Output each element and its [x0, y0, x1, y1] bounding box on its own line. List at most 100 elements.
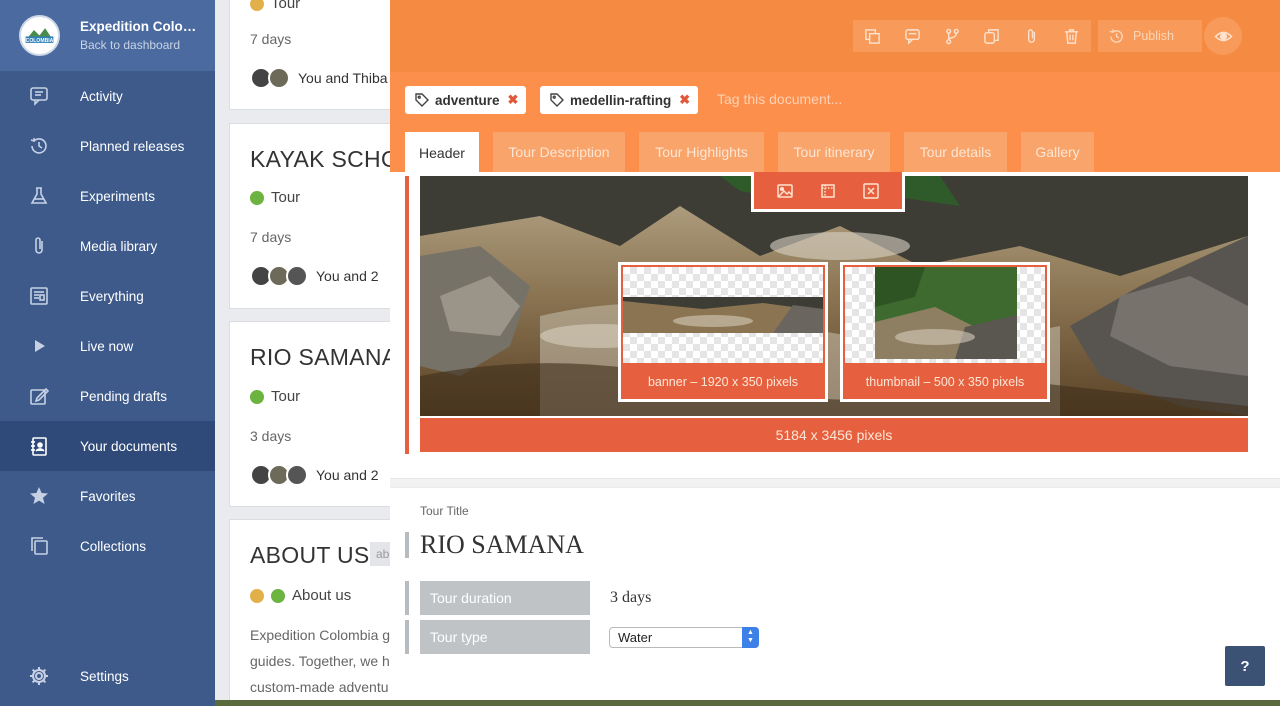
- avatar: [268, 67, 290, 89]
- document-list: Tour 7 days You and Thiba KAYAK SCHO Tou…: [215, 0, 390, 706]
- sidebar-item-media-library[interactable]: Media library: [0, 221, 215, 271]
- tag-chip[interactable]: adventure ✖: [405, 86, 527, 114]
- tour-title-value[interactable]: RIO SAMANA: [420, 532, 584, 558]
- thumbnail-crop-view[interactable]: thumbnail – 500 x 350 pixels: [840, 262, 1050, 402]
- type-badge: ab: [370, 542, 390, 566]
- avatar: [286, 265, 308, 287]
- banner-preview: [623, 267, 823, 363]
- status-dot: [250, 389, 264, 404]
- chat-icon: [30, 87, 48, 106]
- editor-body: banner – 1920 x 350 pixels thumbnail – 5…: [390, 172, 1280, 706]
- crop-icon[interactable]: [819, 182, 837, 200]
- remove-icon[interactable]: [862, 182, 880, 200]
- eye-icon: [1213, 31, 1233, 41]
- document-user-icon: [31, 437, 47, 456]
- sidebar-item-experiments[interactable]: Experiments: [0, 171, 215, 221]
- tour-duration-value[interactable]: 3 days: [610, 589, 651, 607]
- editor-toolbar: Publish: [390, 0, 1280, 72]
- duration-text: 3 days: [250, 428, 292, 444]
- tab-header[interactable]: Header: [405, 132, 479, 173]
- tab-tour-description[interactable]: Tour Description: [493, 132, 625, 172]
- status-dot: [271, 588, 285, 603]
- sidebar-item-live-now[interactable]: Live now: [0, 321, 215, 371]
- document-card[interactable]: ABOUT US ab About us Expedition Colombia…: [229, 519, 390, 706]
- sidebar-item-label: Pending drafts: [80, 388, 168, 404]
- sidebar-item-label: Planned releases: [80, 138, 185, 154]
- image-icon[interactable]: [776, 182, 794, 200]
- sidebar-item-planned-releases[interactable]: Planned releases: [0, 121, 215, 171]
- sidebar-item-label: Activity: [80, 88, 123, 104]
- remove-tag-icon[interactable]: ✖: [679, 92, 690, 108]
- play-icon: [35, 340, 45, 352]
- sidebar-item-activity[interactable]: Activity: [0, 71, 215, 121]
- duplicate-icon: [865, 28, 881, 44]
- document-title: RIO SAMANA: [250, 344, 390, 370]
- sidebar-item-label: Media library: [80, 238, 158, 254]
- thumbnail-photo: [875, 267, 1017, 359]
- contributors-text: You and 2: [316, 467, 379, 483]
- branch-button[interactable]: [932, 20, 972, 52]
- back-to-dashboard-link[interactable]: Back to dashboard: [80, 39, 205, 51]
- sidebar-item-collections[interactable]: Collections: [0, 521, 215, 571]
- sidebar-item-pending-drafts[interactable]: Pending drafts: [0, 371, 215, 421]
- tag-chip[interactable]: medellin-rafting ✖: [540, 86, 699, 114]
- help-button[interactable]: ?: [1225, 646, 1265, 686]
- status-dot: [250, 190, 264, 205]
- publish-button[interactable]: Publish: [1098, 20, 1202, 52]
- site-name: Expedition Colombia: [80, 20, 205, 34]
- tab-bar: Header Tour Description Tour Highlights …: [390, 126, 1280, 173]
- sidebar-item-your-documents[interactable]: Your documents: [0, 421, 215, 471]
- tour-title-field[interactable]: RIO SAMANA: [405, 532, 584, 558]
- preview-button[interactable]: [1204, 17, 1242, 55]
- banner-crop-view[interactable]: banner – 1920 x 350 pixels: [618, 262, 828, 402]
- duration-text: 7 days: [250, 229, 292, 245]
- sidebar-item-label: Favorites: [80, 488, 136, 504]
- sidebar-item-label: Live now: [80, 338, 134, 354]
- tour-type-label: Tour type: [420, 620, 590, 654]
- branch-icon: [945, 28, 959, 44]
- sidebar: COLOMBIA Expedition Colombia Back to das…: [0, 0, 215, 706]
- image-tools: [751, 172, 905, 212]
- sidebar-item-favorites[interactable]: Favorites: [0, 471, 215, 521]
- excerpt-line: custom-made adventu: [250, 679, 389, 695]
- collections-icon: [31, 537, 48, 555]
- banner-label: banner – 1920 x 350 pixels: [647, 375, 799, 389]
- field-indicator: [405, 176, 409, 454]
- toolbar-actions: [853, 20, 1091, 52]
- document-card[interactable]: RIO SAMANA Tour 3 days You and 2: [229, 321, 390, 507]
- sidebar-item-label: Everything: [80, 288, 144, 304]
- status-dot: [250, 0, 264, 11]
- duplicate-button[interactable]: [853, 20, 893, 52]
- tab-tour-highlights[interactable]: Tour Highlights: [639, 132, 764, 172]
- header-image[interactable]: [420, 176, 1248, 416]
- tab-tour-details[interactable]: Tour details: [904, 132, 1007, 172]
- section-divider: [390, 478, 1280, 488]
- comment-button[interactable]: [893, 20, 933, 52]
- edit-icon: [30, 387, 50, 405]
- tour-duration-field: Tour duration 3 days: [405, 581, 651, 615]
- document-card[interactable]: KAYAK SCHO Tour 7 days You and 2: [229, 123, 390, 309]
- comment-icon: [905, 28, 920, 45]
- tag-icon: [415, 93, 429, 107]
- duration-text: 7 days: [250, 31, 292, 47]
- sidebar-item-settings[interactable]: Settings: [0, 651, 215, 701]
- tour-type-select[interactable]: Water ▲ ▼: [609, 626, 759, 648]
- tag-input[interactable]: [717, 91, 917, 107]
- paperclip-icon: [1027, 28, 1036, 43]
- bottom-strip: [215, 700, 1280, 706]
- tag-icon: [550, 93, 564, 107]
- copy-button[interactable]: [972, 20, 1012, 52]
- remove-tag-icon[interactable]: ✖: [508, 92, 519, 108]
- document-excerpt: Expedition Colombia g guides. Together, …: [250, 622, 390, 700]
- trash-icon: [1064, 28, 1078, 44]
- sidebar-item-label: Collections: [80, 538, 147, 554]
- tab-gallery[interactable]: Gallery: [1021, 132, 1094, 172]
- newspaper-icon: [30, 287, 48, 305]
- document-card[interactable]: Tour 7 days You and Thiba: [229, 0, 390, 110]
- attach-button[interactable]: [1012, 20, 1052, 52]
- site-header[interactable]: COLOMBIA Expedition Colombia Back to das…: [0, 0, 215, 71]
- sidebar-item-everything[interactable]: Everything: [0, 271, 215, 321]
- status-label: About us: [292, 587, 352, 604]
- tab-tour-itinerary[interactable]: Tour itinerary: [778, 132, 890, 172]
- delete-button[interactable]: [1051, 20, 1091, 52]
